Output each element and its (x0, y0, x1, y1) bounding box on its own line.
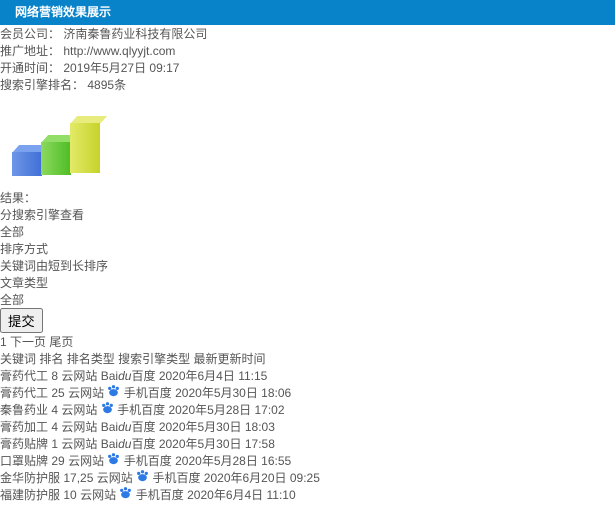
table-row: 膏药贴牌 1 云网站 Baidu百度 2020年5月30日 17:58 (0, 435, 615, 452)
rank-type-cell: 云网站 (61, 420, 98, 434)
bar-chart-graphic (8, 32, 168, 182)
update-time-cell: 2020年5月28日 16:55 (175, 454, 292, 468)
mobile-baidu-paw-icon (101, 402, 117, 417)
filter-controls: 分搜索引擎查看 全部 排序方式 关键词由短到长排序 文章类型 全部 提交 (0, 206, 615, 333)
chart-bar-green (41, 142, 71, 175)
table-row: 膏药加工 4 云网站 Baidu百度 2020年5月30日 18:03 (0, 418, 615, 435)
mobile-baidu-paw-icon (107, 453, 123, 468)
baidu-paw-icon: du (118, 369, 132, 383)
page: 网络营销效果展示 会员公司： 济南秦鲁药业科技有限公司 推广地址： http:/… (0, 0, 615, 520)
engine-cell: Baidu百度 (101, 437, 159, 451)
table-row: 膏药代工 8 云网站 Baidu百度 2020年6月4日 11:15 (0, 367, 615, 384)
keyword-cell: 金华防护服 (0, 471, 61, 485)
mobile-baidu-paw-icon (107, 385, 123, 400)
engine-cell: Baidu百度 (101, 369, 159, 383)
update-time-cell: 2020年5月30日 17:58 (158, 437, 275, 451)
engine-cell: 手机百度 (101, 402, 169, 417)
header-engine-type: 搜索引擎类型 (118, 352, 191, 366)
last-page-button[interactable]: 尾页 (49, 335, 73, 349)
engine-filter-value: 全部 (0, 225, 25, 239)
mobile-baidu-badge: 手机百度 (119, 487, 187, 502)
engine-cell: 手机百度 (119, 487, 187, 502)
header-rank: 排名 (39, 352, 64, 366)
next-page-button[interactable]: 下一页 (10, 335, 46, 349)
table-body: 膏药代工 8 云网站 Baidu百度 2020年6月4日 11:15 膏药代工 … (0, 367, 615, 503)
info-section: 会员公司： 济南秦鲁药业科技有限公司 推广地址： http://www.qlyy… (0, 25, 615, 189)
page-title: 网络营销效果展示 (15, 5, 112, 19)
keyword-cell: 膏药代工 (0, 369, 49, 383)
rank-type-cell: 云网站 (80, 488, 117, 502)
chart-bar-orange (99, 100, 129, 171)
baidu-logo: Baidu百度 (100, 420, 156, 434)
engine-cell: Baidu百度 (101, 420, 159, 434)
rank-type-cell: 云网站 (61, 403, 98, 417)
baidu-logo: Baidu百度 (100, 437, 156, 451)
filter-bar: 结果： 分搜索引擎查看 全部 排序方式 关键词由短到长排序 文章类型 全部 提交 (0, 189, 615, 333)
table-row: 膏药代工 25 云网站 手机百度 2020年5月30日 18:06 (0, 384, 615, 401)
table-row: 口罩贴牌 29 云网站 手机百度 2020年5月28日 16:55 (0, 452, 615, 469)
keyword-cell: 膏药加工 (0, 420, 49, 434)
table-row: 秦鲁药业 4 云网站 手机百度 2020年5月28日 17:02 (0, 401, 615, 418)
chart-bar-blue (12, 152, 42, 176)
rank-link[interactable]: 25 (51, 386, 64, 400)
article-type-value: 全部 (0, 293, 25, 307)
article-type-label: 文章类型 (0, 276, 49, 290)
mobile-baidu-paw-icon (119, 487, 135, 502)
sort-select[interactable]: 关键词由短到长排序 (0, 257, 615, 274)
update-time-cell: 2020年6月4日 11:10 (187, 488, 296, 502)
rank-type-cell: 云网站 (68, 454, 105, 468)
rank-link[interactable]: 8 (51, 369, 58, 383)
engine-cell: 手机百度 (107, 385, 175, 400)
rank-type-cell: 云网站 (61, 369, 98, 383)
table-row: 福建防护服 10 云网站 手机百度 2020年6月4日 11:10 (0, 486, 615, 503)
engine-cell: 手机百度 (107, 453, 175, 468)
update-time-cell: 2020年5月30日 18:06 (175, 386, 292, 400)
mobile-baidu-paw-icon (136, 470, 152, 485)
rank-type-cell: 云网站 (68, 386, 105, 400)
keyword-rank-table: 关键词 排名 排名类型 搜索引擎类型 最新更新时间 膏药代工 8 云网站 Bai… (0, 350, 615, 503)
rank-type-cell: 云网站 (96, 471, 133, 485)
update-time-cell: 2020年6月20日 09:25 (203, 471, 320, 485)
rank-link[interactable]: 4 (51, 420, 58, 434)
table-header-row: 关键词 排名 排名类型 搜索引擎类型 最新更新时间 (0, 350, 615, 367)
rank-link[interactable]: 10 (63, 488, 76, 502)
mobile-baidu-badge: 手机百度 (136, 470, 204, 485)
mobile-baidu-badge: 手机百度 (107, 385, 175, 400)
rank-link[interactable]: 1 (51, 437, 58, 451)
keyword-cell: 秦鲁药业 (0, 403, 49, 417)
chart-bar-yellow (70, 123, 100, 173)
keyword-cell: 口罩贴牌 (0, 454, 49, 468)
rank-type-cell: 云网站 (61, 437, 98, 451)
keyword-cell: 膏药贴牌 (0, 437, 49, 451)
submit-button[interactable]: 提交 (0, 308, 43, 333)
sort-value: 关键词由短到长排序 (0, 259, 109, 273)
pagination: 1 下一页 尾页 (0, 333, 615, 350)
page-1-button[interactable]: 1 (0, 335, 7, 349)
baidu-logo: Baidu百度 (100, 369, 156, 383)
engine-filter-label: 分搜索引擎查看 (0, 208, 85, 222)
update-time-cell: 2020年6月4日 11:15 (158, 369, 268, 383)
mobile-baidu-badge: 手机百度 (101, 402, 169, 417)
engine-filter-select[interactable]: 全部 (0, 223, 615, 240)
mobile-baidu-badge: 手机百度 (107, 453, 175, 468)
table-row: 金华防护服 17,25 云网站 手机百度 2020年6月20日 09:25 (0, 469, 615, 486)
header-keyword: 关键词 (0, 352, 37, 366)
baidu-paw-icon: du (118, 420, 132, 434)
keyword-cell: 福建防护服 (0, 488, 61, 502)
baidu-paw-icon: du (118, 437, 132, 451)
sort-label: 排序方式 (0, 242, 49, 256)
keyword-cell: 膏药代工 (0, 386, 49, 400)
rank-link[interactable]: 29 (51, 454, 64, 468)
update-time-cell: 2020年5月28日 17:02 (168, 403, 285, 417)
rank-link[interactable]: 4 (51, 403, 58, 417)
result-label: 结果： (0, 191, 37, 205)
header-update-time: 最新更新时间 (193, 352, 266, 366)
update-time-cell: 2020年5月30日 18:03 (158, 420, 275, 434)
article-type-select[interactable]: 全部 (0, 291, 615, 308)
rank-link[interactable]: 17,25 (63, 471, 93, 485)
engine-cell: 手机百度 (136, 470, 204, 485)
header-rank-type: 排名类型 (66, 352, 115, 366)
header-bar: 网络营销效果展示 (0, 0, 615, 25)
